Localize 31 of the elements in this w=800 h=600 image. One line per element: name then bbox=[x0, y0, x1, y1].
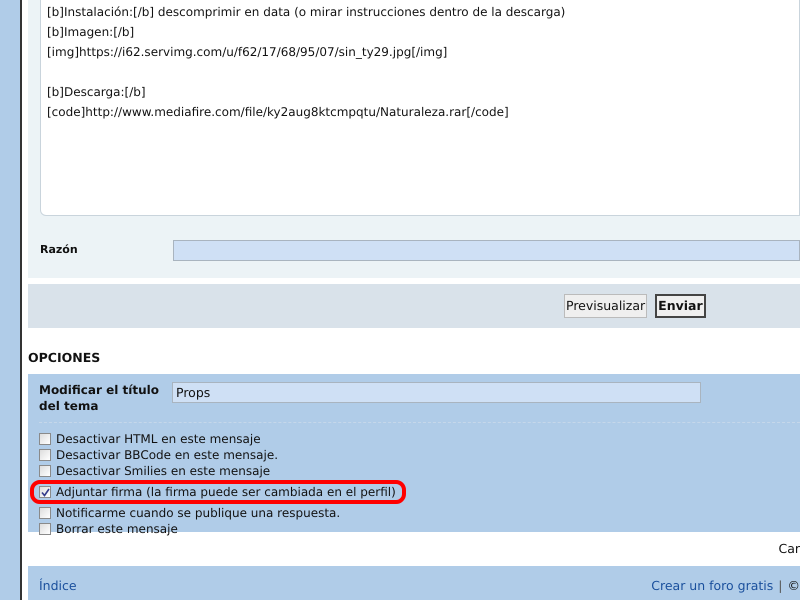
checkbox[interactable] bbox=[39, 523, 51, 535]
title-input[interactable]: Props bbox=[172, 382, 701, 403]
submit-button[interactable]: Enviar bbox=[655, 294, 706, 318]
checkbox-label: Desactivar HTML en este mensaje bbox=[56, 431, 261, 447]
checkbox-label: Notificarme cuando se publique una respuesta. bbox=[56, 505, 340, 521]
separator: | bbox=[778, 576, 782, 595]
checkbox[interactable] bbox=[39, 465, 51, 477]
reason-input[interactable] bbox=[173, 240, 800, 261]
checkbox[interactable] bbox=[39, 486, 51, 498]
field-label: Modificar el título del tema bbox=[39, 382, 160, 414]
copyright-symbol: © bbox=[788, 576, 800, 595]
field-label: Razón bbox=[40, 242, 79, 258]
text-line: [b]Instalación:[/b] descomprimir en data (o mirar instrucciones dentro de la descarga) bbox=[47, 4, 566, 21]
checkbox[interactable] bbox=[39, 433, 51, 445]
text-line: [b]Imagen:[/b] bbox=[47, 24, 136, 41]
index-link[interactable]: Índice bbox=[39, 576, 77, 596]
checkbox-label: Desactivar Smilies en este mensaje bbox=[56, 463, 270, 479]
checkbox[interactable] bbox=[39, 507, 51, 519]
checkbox-label: Desactivar BBCode en este mensaje. bbox=[56, 447, 278, 463]
checkmark-icon bbox=[40, 488, 50, 496]
checkbox-label: Adjuntar firma (la firma puede ser cambiada en el perfil) bbox=[56, 484, 396, 500]
cut-text: Car bbox=[778, 540, 800, 558]
checkbox-label: Borrar este mensaje bbox=[56, 521, 178, 537]
create-forum-link[interactable]: Crear un foro gratis bbox=[651, 576, 774, 596]
preview-button[interactable]: Previsualizar bbox=[564, 294, 648, 318]
text-line: [img]https://i62.servimg.com/u/f62/17/68/95/07/sin_ty29.jpg[/img] bbox=[47, 44, 448, 61]
message-textarea[interactable] bbox=[40, 0, 800, 216]
section-heading: OPCIONES bbox=[28, 350, 102, 366]
text-line: [code]http://www.mediafire.com/file/ky2aug8ktcmpqtu/Naturaleza.rar[/code] bbox=[47, 104, 510, 121]
text-line: [b]Descarga:[/b] bbox=[47, 84, 147, 101]
checkbox[interactable] bbox=[39, 449, 51, 461]
